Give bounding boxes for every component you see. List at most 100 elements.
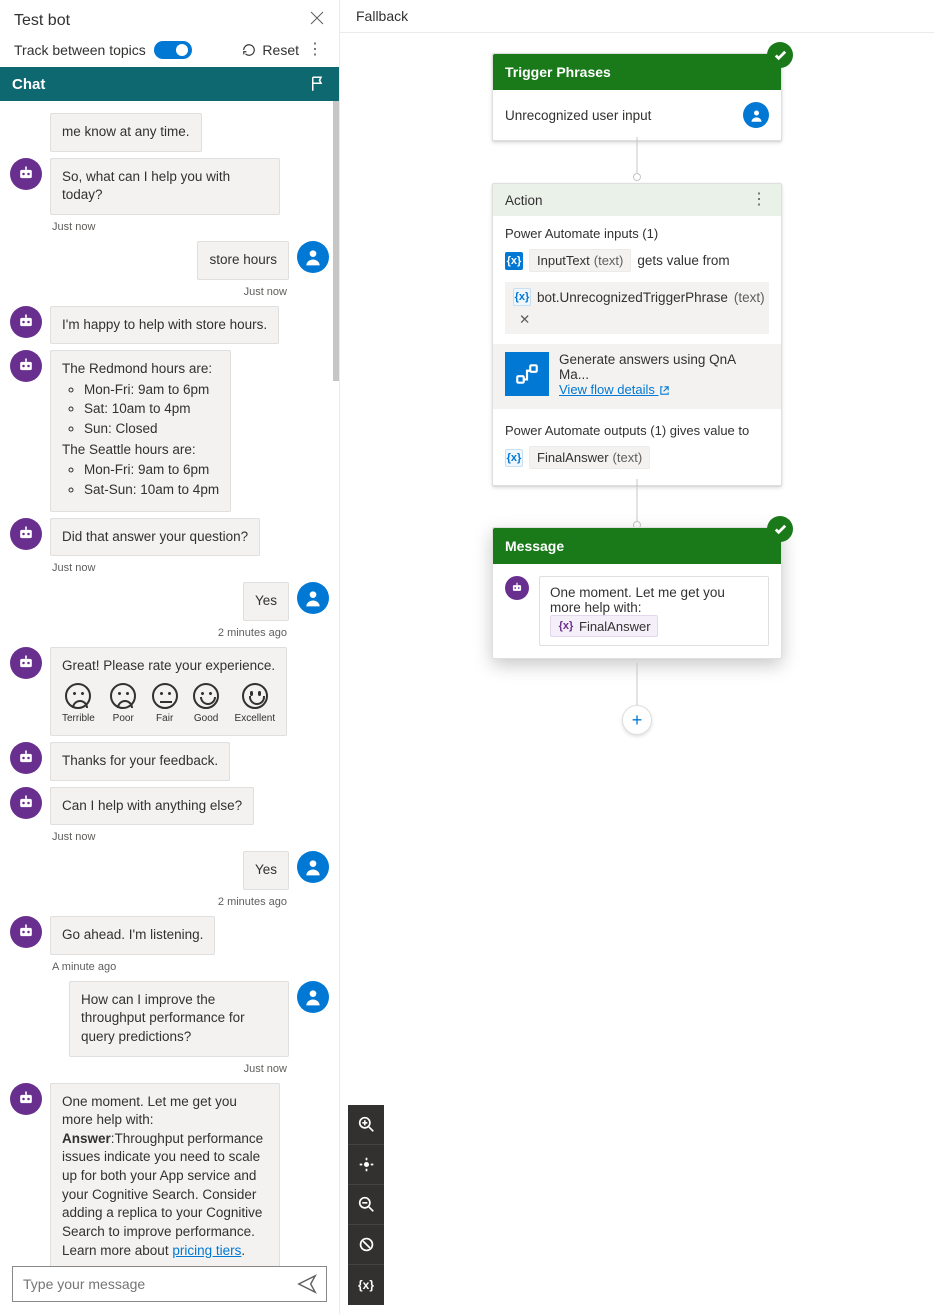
bot-message: I'm happy to help with store hours. [50,306,279,345]
bot-message: So, what can I help you with today? [50,158,280,215]
message-node[interactable]: Message One moment. Let me get you more … [492,527,782,659]
connector [637,663,638,709]
bot-avatar-icon [10,350,42,382]
timestamp: Just now [52,831,329,843]
variable-icon: {x} [505,252,523,270]
rating-fair[interactable]: Fair [152,683,178,726]
hours-redmond-label: The Redmond hours are: [62,360,219,379]
variable-icon: {x} [505,449,523,467]
rating-excellent[interactable]: Excellent [235,683,276,726]
view-flow-link[interactable]: View flow details [559,382,670,397]
bot-message: The Redmond hours are: Mon-Fri: 9am to 6… [50,350,231,511]
timestamp: 2 minutes ago [10,627,287,639]
bot-avatar-icon [10,158,42,190]
fit-button[interactable] [348,1145,384,1185]
hours-line: Sat: 10am to 4pm [84,400,219,419]
timestamp: Just now [52,221,329,233]
checkmark-icon [767,516,793,542]
testbot-title: Test bot [14,12,70,30]
bot-message-answer: One moment. Let me get you more help wit… [50,1083,280,1266]
bot-avatar-icon [10,916,42,948]
testbot-header: Test bot [0,0,339,35]
track-label: Track between topics [14,42,146,58]
variable-icon: {x} [557,617,575,635]
bot-message: me know at any time. [50,113,202,152]
flow-row[interactable]: Generate answers using QnA Ma... View fl… [493,344,781,409]
open-external-icon [659,385,670,396]
canvas-title: Fallback [340,0,934,33]
gets-value-label: gets value from [637,253,729,268]
flag-icon[interactable] [309,75,327,93]
rating-prompt: Great! Please rate your experience. [62,657,275,676]
timestamp: 2 minutes ago [10,896,287,908]
message-header: Message [505,538,564,554]
bot-message: Can I help with anything else? [50,787,254,826]
zoom-out-button[interactable] [348,1185,384,1225]
trigger-node[interactable]: Trigger Phrases Unrecognized user input [492,53,782,141]
message-text: One moment. Let me get you more help wit… [550,585,758,615]
input-chip[interactable]: InputText (text) [529,249,631,272]
authoring-canvas[interactable]: Fallback Trigger Phrases Unrecognized us… [340,0,934,1314]
user-message: Yes [243,582,289,621]
outputs-label: Power Automate outputs (1) gives value t… [493,409,781,442]
bot-avatar-icon [10,742,42,774]
user-avatar-icon [297,981,329,1013]
user-avatar-icon [297,582,329,614]
track-toggle[interactable] [154,41,192,59]
flow-icon [505,352,549,396]
inputs-label: Power Automate inputs (1) [493,216,781,245]
answer-label: Answer [62,1131,111,1146]
zoom-toolbar: {x} [348,1105,384,1305]
more-vert-icon[interactable]: ⋮ [749,192,769,208]
composer[interactable] [12,1266,327,1302]
bot-message: Thanks for your feedback. [50,742,230,781]
hours-seattle-label: The Seattle hours are: [62,441,219,460]
rating-poor[interactable]: Poor [110,683,136,726]
variable-icon: {x} [513,288,531,306]
bot-avatar-icon [10,306,42,338]
testbot-panel: Test bot Track between topics Reset ⋮ Ch… [0,0,340,1314]
answer-preamble: One moment. Let me get you more help wit… [62,1093,268,1130]
message-input[interactable] [21,1275,290,1293]
action-header: Action [505,193,543,208]
connector [637,479,638,527]
remove-var-icon[interactable]: ✕ [519,312,530,328]
rating-good[interactable]: Good [193,683,219,726]
user-message: Yes [243,851,289,890]
reset-button[interactable]: Reset [262,42,299,58]
close-icon[interactable] [309,10,325,31]
bot-var-name: bot.UnrecognizedTriggerPhrase [537,290,728,305]
action-node[interactable]: Action ⋮ Power Automate inputs (1) {x} I… [492,183,782,486]
testbot-subheader: Track between topics Reset ⋮ [0,35,339,67]
pricing-tiers-link[interactable]: pricing tiers [172,1243,241,1258]
person-icon [743,102,769,128]
rating-terrible[interactable]: Terrible [62,683,95,726]
variable-pill[interactable]: {x} FinalAnswer [550,615,658,637]
reset-zoom-button[interactable] [348,1225,384,1265]
chat-transcript[interactable]: me know at any time. So, what can I help… [0,101,339,1266]
scrollbar[interactable] [333,101,339,381]
bot-avatar-icon [10,647,42,679]
checkmark-icon [767,42,793,68]
bot-avatar-icon [10,518,42,550]
add-node-button[interactable]: + [622,705,652,735]
user-avatar-icon [297,241,329,273]
hours-line: Mon-Fri: 9am to 6pm [84,381,219,400]
send-icon[interactable] [296,1273,318,1295]
bot-avatar-icon [505,576,529,600]
timestamp: Just now [10,286,287,298]
learn-more-prefix: Learn more about [62,1243,172,1258]
output-chip[interactable]: FinalAnswer (text) [529,446,650,469]
more-vert-icon[interactable]: ⋮ [305,42,325,58]
hours-line: Sun: Closed [84,420,219,439]
variables-button[interactable]: {x} [348,1265,384,1305]
hours-line: Sat-Sun: 10am to 4pm [84,481,219,500]
message-content[interactable]: One moment. Let me get you more help wit… [539,576,769,646]
chat-header: Chat [0,67,339,101]
zoom-in-button[interactable] [348,1105,384,1145]
connector-circle-icon [633,173,641,181]
user-message: How can I improve the throughput perform… [69,981,289,1057]
bot-message: Go ahead. I'm listening. [50,916,215,955]
timestamp: Just now [10,1063,287,1075]
timestamp: Just now [52,562,329,574]
